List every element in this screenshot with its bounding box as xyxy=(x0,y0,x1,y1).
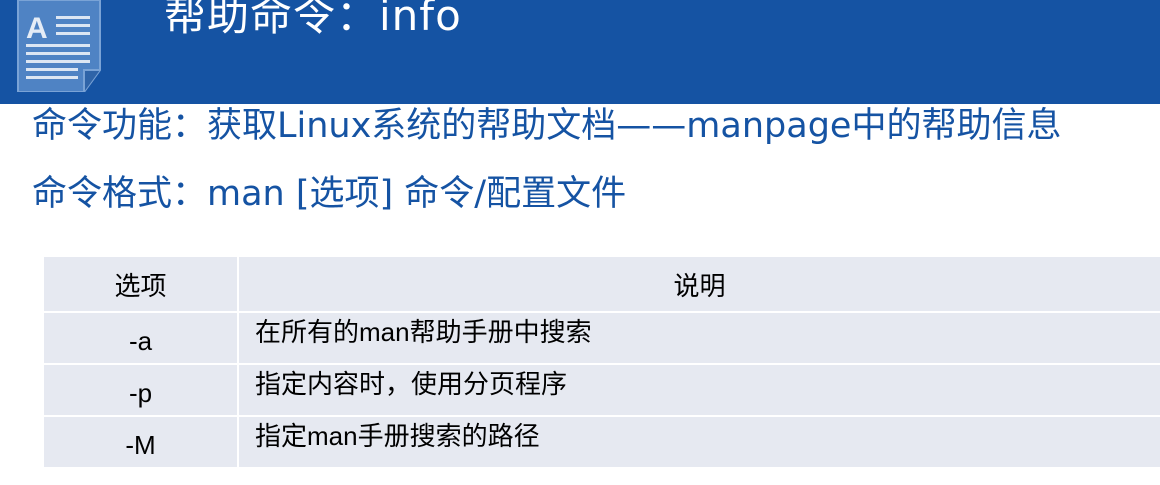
table-row: -p 指定内容时，使用分页程序 xyxy=(44,364,1160,417)
description-cell: 指定内容时，使用分页程序 xyxy=(238,364,1160,417)
option-cell: -M xyxy=(44,416,239,469)
column-header-description: 说明 xyxy=(238,257,1160,313)
option-cell: -p xyxy=(44,364,239,417)
slide-header: A 帮助命令：info xyxy=(0,0,1160,104)
options-table: 选项 说明 -a 在所有的man帮助手册中搜索 -p 指定内容时，使用分页程序 … xyxy=(44,257,1160,469)
table-row: -M 指定man手册搜索的路径 xyxy=(44,416,1160,469)
command-format-text: 命令格式：man [选项] 命令/配置文件 xyxy=(32,174,627,214)
table-row: -a 在所有的man帮助手册中搜索 xyxy=(44,312,1160,365)
description-cell: 在所有的man帮助手册中搜索 xyxy=(238,312,1160,365)
document-text-icon: A xyxy=(17,0,101,92)
option-cell: -a xyxy=(44,312,239,365)
description-cell: 指定man手册搜索的路径 xyxy=(238,416,1160,469)
slide-title: 帮助命令：info xyxy=(164,0,462,40)
command-function-text: 命令功能：获取Linux系统的帮助文档——manpage中的帮助信息 xyxy=(32,106,1062,146)
svg-text:A: A xyxy=(26,12,48,45)
table-header-row: 选项 说明 xyxy=(44,257,1160,313)
column-header-option: 选项 xyxy=(44,257,239,313)
